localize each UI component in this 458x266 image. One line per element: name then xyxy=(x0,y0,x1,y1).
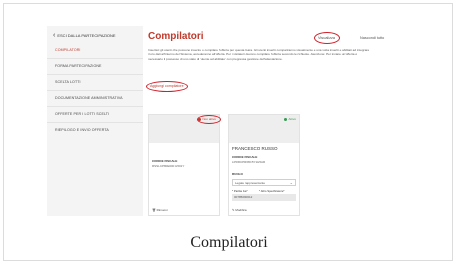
back-link-label: ESCI DALLA PARTECIPAZIONE xyxy=(57,33,116,38)
sidebar-item-documentazione[interactable]: DOCUMENTAZIONE AMMINISTRATIVA xyxy=(55,96,123,100)
sidebar-divider xyxy=(47,122,143,123)
codice-fiscale-value: RSSLCP80E000 H501Y xyxy=(152,164,185,168)
sidebar-divider xyxy=(47,58,143,59)
sidebar: ‹ ESCI DALLA PARTECIPAZIONE COMPILATORI … xyxy=(47,26,143,216)
status-badge-label: Attivo xyxy=(288,117,296,121)
sidebar-divider xyxy=(47,74,143,75)
highlight-circle xyxy=(146,81,188,92)
partita-iva-field[interactable]: 00785090012 xyxy=(232,194,296,201)
rimuovi-label: Rimuovi xyxy=(156,208,168,212)
sidebar-item-scelta-lotti[interactable]: SCELTA LOTTI xyxy=(55,80,81,84)
description-text: Inserisci gli utenti che possono inserir… xyxy=(148,48,370,61)
ruolo-select-value: Legale rappresentante xyxy=(235,181,266,185)
back-link[interactable]: ‹ ESCI DALLA PARTECIPAZIONE xyxy=(53,31,116,39)
modifica-button[interactable]: ✎ Modifica xyxy=(232,208,247,212)
highlight-circle xyxy=(314,32,340,44)
ruolo-label: RUOLO xyxy=(232,172,243,176)
compilatore-card: Non attivo CODICE FISCALE RSSLCP80E000 H… xyxy=(148,114,221,216)
sidebar-item-offerte[interactable]: OFFERTE PER I LOTTI SCELTI xyxy=(55,112,109,116)
chevron-left-icon: ‹ xyxy=(53,31,56,39)
status-badge: Attivo xyxy=(284,117,296,121)
partita-iva-label: * Partita Iva* xyxy=(232,189,248,193)
nascondi-tutto-link[interactable]: Nascondi tutto xyxy=(360,36,384,40)
trash-icon: 🗑 xyxy=(152,208,156,212)
main-content: Compilatori Visualizza Nascondi tutto In… xyxy=(146,26,420,219)
sidebar-divider xyxy=(47,106,143,107)
ruolo-select[interactable]: Legale rappresentante ⌄ xyxy=(232,179,296,186)
sidebar-item-forma-partecipazione[interactable]: FORMA PARTECIPAZIONE xyxy=(55,64,102,68)
compilatore-card: Attivo FRANCESCO RUSSO CODICE FISCALE LP… xyxy=(228,114,300,216)
page-title: Compilatori xyxy=(148,31,204,42)
altro-specificatore-label: * Altro Specificatore* xyxy=(259,189,285,193)
codice-fiscale-value: LPRRCPR68C5Y1H5AR xyxy=(232,160,266,164)
highlight-circle xyxy=(197,115,221,124)
compilatore-name: FRANCESCO RUSSO xyxy=(232,146,278,151)
sidebar-item-riepilogo[interactable]: RIEPILOGO E INVIO OFFERTA xyxy=(55,128,109,132)
codice-fiscale-label: CODICE FISCALE xyxy=(232,155,258,159)
rimuovi-button[interactable]: 🗑 Rimuovi xyxy=(152,208,168,212)
modifica-label: Modifica xyxy=(235,208,247,212)
figure-caption: Compilatori xyxy=(190,234,268,251)
sidebar-divider xyxy=(47,90,143,91)
chevron-down-icon: ⌄ xyxy=(289,180,293,185)
app-window: ‹ ESCI DALLA PARTECIPAZIONE COMPILATORI … xyxy=(47,26,420,219)
codice-fiscale-label: CODICE FISCALE xyxy=(152,159,178,163)
sidebar-item-compilatori[interactable]: COMPILATORI xyxy=(55,48,81,52)
